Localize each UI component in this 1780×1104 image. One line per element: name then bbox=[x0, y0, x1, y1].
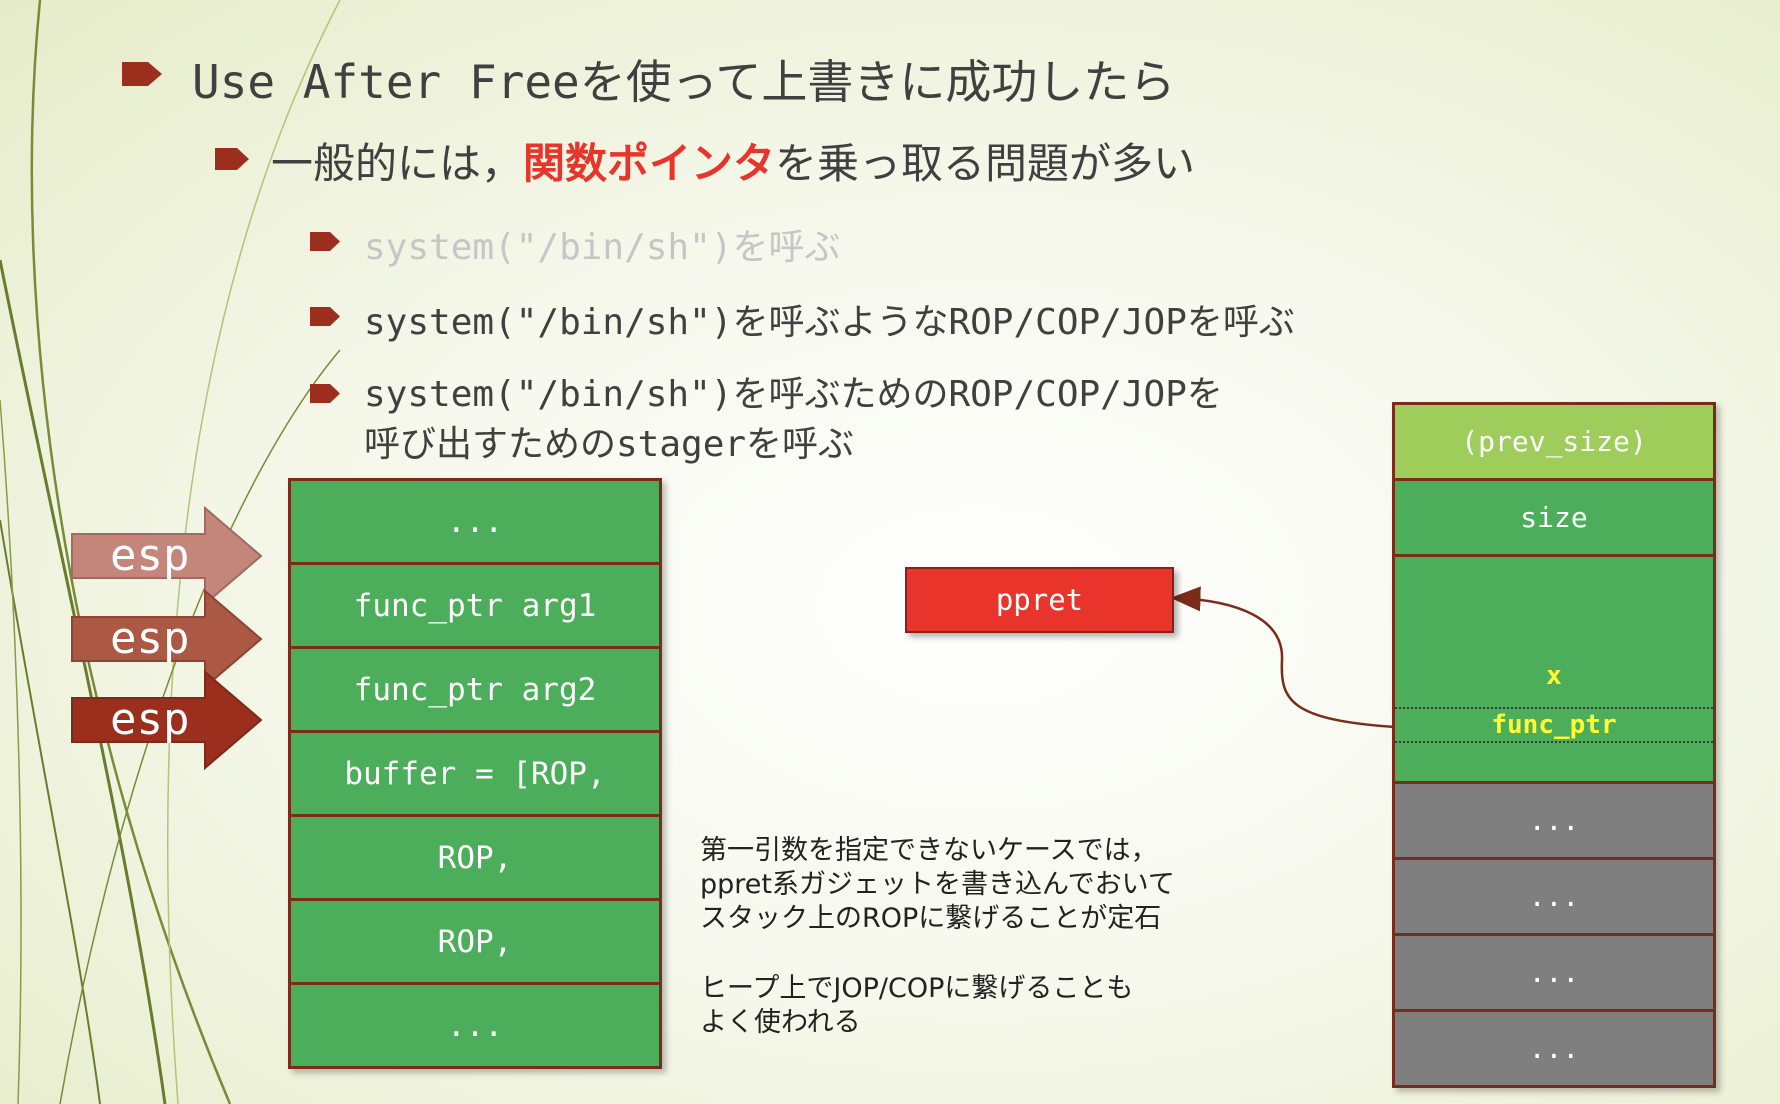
bullet1-text: Use After Freeを使って上書きに成功したら bbox=[192, 55, 1176, 109]
bullet-level2: 一般的には， 関数ポインタ を乗っ取る問題が多い bbox=[215, 130, 1195, 191]
note-line: よく使われる bbox=[700, 1007, 861, 1038]
esp-label: esp bbox=[110, 530, 190, 581]
stack-cell: ... bbox=[291, 985, 659, 1066]
bullet2-text-before: 一般的には， bbox=[271, 139, 524, 188]
heap-x-label: x bbox=[1546, 661, 1562, 691]
heap-prev-size: (prev_size) bbox=[1395, 405, 1713, 478]
heap-func-ptr: func_ptr bbox=[1395, 707, 1713, 743]
note-line: ppret系ガジェットを書き込んでおいて bbox=[700, 869, 1175, 900]
stack-cell: ROP, bbox=[291, 817, 659, 898]
note-line: 第一引数を指定できないケースでは， bbox=[700, 835, 1158, 866]
heap-chunk-diagram: (prev_size) size x func_ptr ... ... ... … bbox=[1392, 402, 1716, 1088]
bullet-arrow-icon bbox=[310, 232, 340, 251]
ppret-box: ppret bbox=[905, 567, 1174, 633]
heap-size: size bbox=[1395, 481, 1713, 554]
bullet3-line1: system("/bin/sh")を呼ぶためのROP/COP/JOPを bbox=[364, 374, 1223, 415]
stack-cell: ROP, bbox=[291, 901, 659, 982]
bullet-arrow-icon bbox=[310, 307, 340, 326]
stack-cell: func_ptr arg1 bbox=[291, 565, 659, 646]
note-line: ヒープ上でJOP/COPに繋げることも bbox=[700, 973, 1134, 1004]
heap-data-region: x func_ptr bbox=[1395, 557, 1713, 781]
stack-cell: func_ptr arg2 bbox=[291, 649, 659, 730]
bullet-arrow-icon bbox=[122, 62, 162, 86]
stack-cell: buffer = [ROP, bbox=[291, 733, 659, 814]
heap-gray-cell: ... bbox=[1395, 1012, 1713, 1085]
heap-gray-cell: ... bbox=[1395, 936, 1713, 1009]
heap-gray-cell: ... bbox=[1395, 860, 1713, 933]
bullet-arrow-icon bbox=[310, 384, 340, 403]
bullet-level3-item: system("/bin/sh")を呼ぶようなROP/COP/JOPを呼ぶ bbox=[310, 293, 1295, 345]
bullet2-highlight: 関数ポインタ bbox=[523, 139, 776, 188]
note-paragraph-1: 第一引数を指定できないケースでは， ppret系ガジェットを書き込んでおいて ス… bbox=[700, 834, 1175, 936]
bullet-level1: Use After Freeを使って上書きに成功したら bbox=[122, 46, 1175, 112]
esp-label: esp bbox=[110, 613, 190, 664]
bullet3-item-multiline: system("/bin/sh")を呼ぶためのROP/COP/JOPを 呼び出す… bbox=[364, 370, 1223, 470]
stack-cell: ... bbox=[291, 481, 659, 562]
bullet3-line2: 呼び出すためのstagerを呼ぶ bbox=[364, 424, 855, 465]
bullet3-item-dimmed: system("/bin/sh")を呼ぶ bbox=[364, 227, 841, 268]
note-paragraph-2: ヒープ上でJOP/COPに繋げることも よく使われる bbox=[700, 972, 1133, 1040]
note-line: スタック上のROPに繋げることが定石 bbox=[700, 903, 1162, 934]
bullet-arrow-icon bbox=[215, 148, 249, 170]
heap-gray-cell: ... bbox=[1395, 784, 1713, 857]
stack-diagram: ... func_ptr arg1 func_ptr arg2 buffer =… bbox=[288, 478, 662, 1069]
bullet3-item-text: system("/bin/sh")を呼ぶようなROP/COP/JOPを呼ぶ bbox=[364, 302, 1295, 343]
esp-arrow-3: esp bbox=[70, 669, 265, 774]
bullet-level3-item: system("/bin/sh")を呼ぶ bbox=[310, 218, 840, 270]
esp-label: esp bbox=[110, 694, 190, 745]
bullet-level3-item: system("/bin/sh")を呼ぶためのROP/COP/JOPを 呼び出す… bbox=[310, 370, 1223, 470]
bullet2-text-after: を乗っ取る問題が多い bbox=[775, 139, 1196, 188]
